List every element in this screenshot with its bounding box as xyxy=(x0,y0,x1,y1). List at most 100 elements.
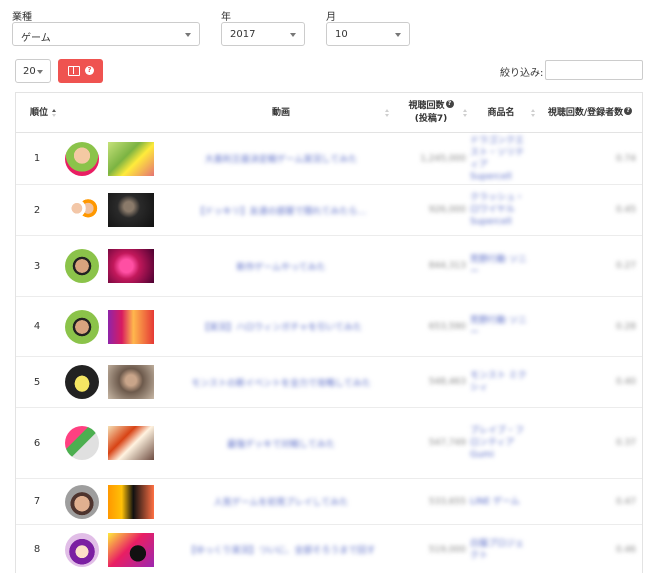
rank-cell: 3 xyxy=(33,260,41,272)
chevron-down-icon xyxy=(37,70,43,74)
table-row[interactable]: 3 新作ゲームやってみた 844,313 荒野行動 ソニー 0.27 xyxy=(16,236,642,297)
product-link[interactable]: ドラゴンクエスト・ソリティア Supercell xyxy=(468,133,532,184)
table-row[interactable]: 2 【ドッキリ】友達の部屋で隠れてみたら… 926,000 クラッシュ・ロワイヤ… xyxy=(16,185,642,236)
table-row[interactable]: 8 【ゆっくり実況】ついに、全部そろうまで回す 519,000 白猫プロジェクト… xyxy=(16,525,642,573)
help-icon[interactable]: ? xyxy=(445,100,454,108)
video-thumbnail[interactable] xyxy=(108,133,154,184)
columns-icon xyxy=(68,66,80,76)
sort-icon[interactable] xyxy=(463,109,467,118)
industry-label: 業種 xyxy=(12,12,32,23)
views-cell: 548,463 xyxy=(428,377,466,387)
video-title-link[interactable]: 【ドッキリ】友達の部屋で隠れてみたら… xyxy=(166,185,396,235)
video-title-link[interactable]: 【ゆっくり実況】ついに、全部そろうまで回す xyxy=(166,525,396,573)
industry-select[interactable]: ゲーム xyxy=(12,22,200,46)
month-label: 月 xyxy=(326,12,336,23)
header-views-sub: (投稿7) xyxy=(414,114,448,124)
views-cell: 926,000 xyxy=(428,205,466,215)
avatar[interactable] xyxy=(65,357,99,407)
header-rank-label: 順位 xyxy=(29,107,48,118)
avatar[interactable] xyxy=(65,525,99,573)
industry-value: ゲーム xyxy=(21,33,51,44)
chevron-down-icon xyxy=(185,33,191,37)
video-title-link[interactable]: 新作ゲームやってみた xyxy=(166,236,396,296)
product-link[interactable]: モンスト ミクシィ xyxy=(468,357,532,407)
product-link[interactable]: 白猫プロジェクト xyxy=(468,525,532,573)
ratio-cell: 0.27 xyxy=(615,261,636,271)
video-thumbnail[interactable] xyxy=(108,297,154,356)
ratio-cell: 0.40 xyxy=(615,377,636,387)
views-cell: 844,313 xyxy=(428,261,466,271)
avatar[interactable] xyxy=(65,297,99,356)
header-video-label: 動画 xyxy=(271,107,290,118)
product-link[interactable]: ブレイブ・フロンティア Gumi xyxy=(468,408,532,478)
product-link[interactable]: 荒野行動 ソニー xyxy=(468,236,532,296)
product-link[interactable]: LINE ゲーム xyxy=(468,479,532,524)
rank-cell: 8 xyxy=(33,544,41,555)
column-toggle-button[interactable]: ? xyxy=(58,59,103,83)
rank-cell: 5 xyxy=(33,376,41,388)
views-cell: 533,655 xyxy=(428,496,466,507)
views-cell: 547,749 xyxy=(428,438,466,448)
table-row[interactable]: 7 人気ゲームを初見プレイしてみた 533,655 LINE ゲーム 0.47 xyxy=(16,479,642,525)
avatar[interactable] xyxy=(65,479,99,524)
table-row[interactable]: 5 モンストの新イベントを全力で攻略してみた 548,463 モンスト ミクシィ… xyxy=(16,357,642,408)
filter-input[interactable] xyxy=(545,60,643,80)
question-icon: ? xyxy=(85,66,94,75)
avatar[interactable] xyxy=(65,236,99,296)
header-product-label: 商品名 xyxy=(487,107,515,118)
ratio-cell: 0.45 xyxy=(615,205,636,215)
year-label: 年 xyxy=(221,12,231,23)
video-thumbnail[interactable] xyxy=(108,525,154,573)
month-select[interactable]: 10 xyxy=(326,22,410,46)
chevron-down-icon xyxy=(290,33,296,37)
avatar[interactable] xyxy=(65,185,99,235)
page-size-value: 20 xyxy=(23,66,36,77)
header-rank[interactable]: 順位 xyxy=(22,93,56,133)
avatar[interactable] xyxy=(65,408,99,478)
video-title-link[interactable]: 大喜利王座決定戦ゲーム実況してみた xyxy=(166,133,396,184)
video-thumbnail[interactable] xyxy=(108,357,154,407)
video-thumbnail[interactable] xyxy=(108,408,154,478)
ranking-table: 順位 動画 視聴回数? (投稿7) 商品名 視聴回数/登録者数? 1 大喜利王座… xyxy=(15,92,643,573)
header-views[interactable]: 視聴回数? (投稿7) xyxy=(396,93,466,133)
ratio-cell: 0.74 xyxy=(615,153,636,164)
sort-icon[interactable] xyxy=(531,109,535,118)
ratio-cell: 0.47 xyxy=(615,496,636,507)
video-title-link[interactable]: 最強デッキで対戦してみた xyxy=(166,408,396,478)
header-ratio[interactable]: 視聴回数/登録者数? xyxy=(540,93,640,133)
header-product[interactable]: 商品名 xyxy=(471,93,531,133)
avatar[interactable] xyxy=(65,133,99,184)
table-header: 順位 動画 視聴回数? (投稿7) 商品名 視聴回数/登録者数? xyxy=(16,93,642,133)
rank-cell: 7 xyxy=(33,496,41,507)
year-select[interactable]: 2017 xyxy=(221,22,305,46)
video-title-link[interactable]: モンストの新イベントを全力で攻略してみた xyxy=(166,357,396,407)
views-cell: 1,245,000 xyxy=(420,153,466,164)
sort-asc-icon[interactable] xyxy=(52,109,56,118)
year-value: 2017 xyxy=(230,29,256,40)
views-cell: 653,590 xyxy=(428,321,466,332)
table-row[interactable]: 4 【実況】ハロウィンガチャを引いてみた 653,590 荒野行動 ソニー 0.… xyxy=(16,297,642,357)
video-title-link[interactable]: 人気ゲームを初見プレイしてみた xyxy=(166,479,396,524)
header-views-label: 視聴回数 xyxy=(408,101,445,111)
filter-label: 絞り込み: xyxy=(500,68,544,79)
page-size-select[interactable]: 20 xyxy=(15,59,51,83)
table-row[interactable]: 6 最強デッキで対戦してみた 547,749 ブレイブ・フロンティア Gumi … xyxy=(16,408,642,479)
rank-cell: 6 xyxy=(33,437,41,449)
header-ratio-label: 視聴回数/登録者数 xyxy=(547,107,624,118)
video-thumbnail[interactable] xyxy=(108,185,154,235)
ratio-cell: 0.28 xyxy=(615,321,636,332)
video-title-link[interactable]: 【実況】ハロウィンガチャを引いてみた xyxy=(166,297,396,356)
product-link[interactable]: 荒野行動 ソニー xyxy=(468,297,532,356)
rank-cell: 2 xyxy=(33,204,41,216)
video-thumbnail[interactable] xyxy=(108,236,154,296)
header-video[interactable]: 動画 xyxy=(166,93,396,133)
product-link[interactable]: クラッシュ・ロワイヤル Supercell xyxy=(468,185,532,235)
views-cell: 519,000 xyxy=(428,544,466,555)
ratio-cell: 0.37 xyxy=(615,438,636,448)
sort-icon[interactable] xyxy=(385,109,389,118)
help-icon[interactable]: ? xyxy=(624,106,633,115)
rank-cell: 1 xyxy=(33,153,41,164)
chevron-down-icon xyxy=(395,33,401,37)
video-thumbnail[interactable] xyxy=(108,479,154,524)
table-row[interactable]: 1 大喜利王座決定戦ゲーム実況してみた 1,245,000 ドラゴンクエスト・ソ… xyxy=(16,133,642,185)
